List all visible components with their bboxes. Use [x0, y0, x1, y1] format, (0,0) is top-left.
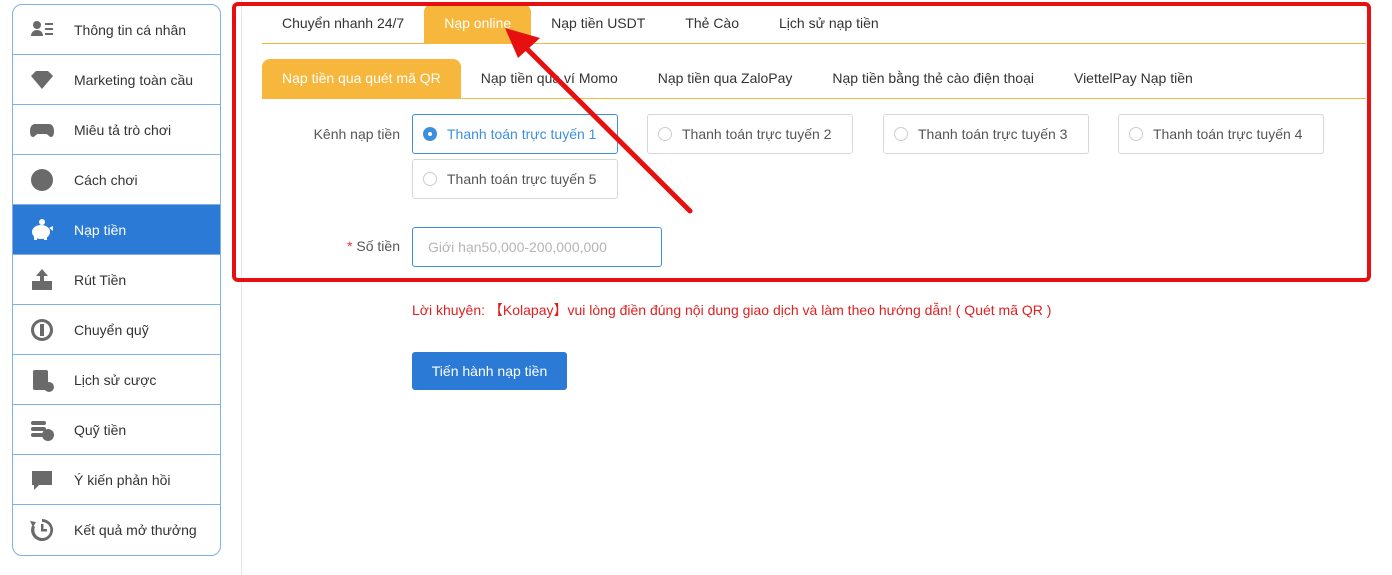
tab-scratch-card[interactable]: Thẻ Cào — [665, 4, 759, 43]
sidebar-item-how-to-play[interactable]: Cách chơi — [13, 155, 220, 205]
channel-option-4[interactable]: Thanh toán trực tuyến 4 — [1118, 114, 1324, 154]
subtab-phone-card[interactable]: Nạp tiền bằng thẻ cào điện thoại — [812, 59, 1054, 98]
channel-option-label: Thanh toán trực tuyến 2 — [682, 126, 832, 142]
subtab-momo[interactable]: Nạp tiền qua ví Momo — [461, 59, 638, 98]
subtab-zalopay[interactable]: Nạp tiền qua ZaloPay — [638, 59, 813, 98]
channel-option-2[interactable]: Thanh toán trực tuyến 2 — [647, 114, 853, 154]
radio-icon — [894, 127, 908, 141]
channel-option-label: Thanh toán trực tuyến 1 — [447, 126, 597, 142]
sidebar-item-funds[interactable]: Quỹ tiền — [13, 405, 220, 455]
sidebar-item-label: Marketing toàn cầu — [74, 71, 194, 88]
channel-option-5[interactable]: Thanh toán trực tuyến 5 — [412, 159, 618, 199]
online-deposit-subtabs: Nạp tiền qua quét mã QR Nạp tiền qua ví … — [262, 59, 1366, 99]
required-mark: * — [346, 238, 353, 254]
sidebar-item-personal-info[interactable]: Thông tin cá nhân — [13, 5, 220, 55]
channel-option-label: Thanh toán trực tuyến 5 — [447, 171, 597, 187]
tab-deposit-history[interactable]: Lịch sử nạp tiền — [759, 4, 899, 43]
tab-usdt-deposit[interactable]: Nạp tiền USDT — [531, 4, 665, 43]
sidebar-item-label: Quỹ tiền — [74, 421, 127, 438]
chat-bubble-icon — [28, 466, 56, 494]
sidebar-item-label: Kết quả mở thưởng — [74, 522, 197, 538]
amount-label: * Số tiền — [270, 238, 400, 254]
sidebar-item-deposit[interactable]: Nạp tiền — [13, 205, 220, 255]
tab-quick-transfer[interactable]: Chuyển nhanh 24/7 — [262, 4, 424, 43]
sidebar-item-withdraw[interactable]: Rút Tiền — [13, 255, 220, 305]
sidebar-item-label: Chuyển quỹ — [74, 321, 149, 338]
radio-icon — [1129, 127, 1143, 141]
transfer-icon — [28, 316, 56, 344]
subtab-qr-code[interactable]: Nạp tiền qua quét mã QR — [262, 59, 461, 98]
sidebar-item-bet-history[interactable]: Lịch sử cược — [13, 355, 220, 405]
sidebar-menu: Thông tin cá nhân Marketing toàn cầu Miê… — [12, 4, 221, 556]
sidebar-item-label: Lịch sử cược — [74, 371, 157, 388]
channel-option-label: Thanh toán trực tuyến 3 — [918, 126, 1068, 142]
sidebar-item-label: Rút Tiền — [74, 271, 127, 288]
info-icon — [28, 166, 56, 194]
subtab-viettelpay[interactable]: ViettelPay Nạp tiền — [1054, 59, 1213, 98]
sidebar-item-feedback[interactable]: Ý kiến phản hồi — [13, 455, 220, 505]
sidebar-item-label: Miêu tả trò chơi — [74, 121, 172, 138]
sidebar-item-game-description[interactable]: Miêu tả trò chơi — [13, 105, 220, 155]
sidebar-item-label: Cách chơi — [74, 171, 138, 188]
sidebar-item-label: Nạp tiền — [74, 221, 127, 238]
gamepad-icon — [28, 116, 56, 144]
sidebar-item-label: Ý kiến phản hồi — [74, 471, 171, 488]
channel-option-label: Thanh toán trực tuyến 4 — [1153, 126, 1303, 142]
deposit-method-tabs: Chuyển nhanh 24/7 Nạp online Nạp tiền US… — [262, 4, 1366, 44]
bet-history-icon — [28, 366, 56, 394]
sidebar-item-global-marketing[interactable]: Marketing toàn cầu — [13, 55, 220, 105]
tab-online-deposit[interactable]: Nạp online — [424, 4, 532, 43]
profile-card-icon — [28, 16, 56, 44]
sidebar-item-label: Thông tin cá nhân — [74, 21, 187, 38]
channel-option-3[interactable]: Thanh toán trực tuyến 3 — [883, 114, 1089, 154]
history-clock-icon — [28, 516, 56, 544]
amount-input[interactable] — [412, 227, 662, 267]
channel-option-1[interactable]: Thanh toán trực tuyến 1 — [412, 114, 618, 154]
coins-icon — [28, 416, 56, 444]
submit-deposit-button[interactable]: Tiến hành nạp tiền — [412, 352, 567, 390]
sidebar-item-lottery-results[interactable]: Kết quả mở thưởng — [13, 505, 220, 555]
sidebar-item-transfer[interactable]: Chuyển quỹ — [13, 305, 220, 355]
radio-icon — [423, 172, 437, 186]
piggy-bank-icon — [28, 216, 56, 244]
amount-label-text: Số tiền — [356, 238, 400, 254]
radio-icon — [658, 127, 672, 141]
withdraw-icon — [28, 266, 56, 294]
channel-label: Kênh nạp tiền — [313, 126, 400, 142]
radio-selected-icon — [423, 127, 437, 141]
content-divider — [241, 0, 242, 575]
advice-text: Lời khuyên: 【Kolapay】vui lòng điền đúng … — [412, 302, 1052, 318]
diamond-icon — [28, 66, 56, 94]
